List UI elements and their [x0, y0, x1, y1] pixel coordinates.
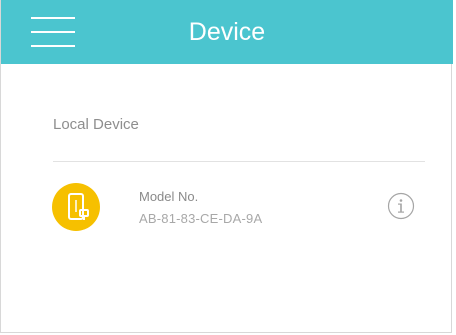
model-number-label: Model No. [139, 189, 199, 204]
info-icon [387, 192, 415, 220]
device-info-button[interactable] [387, 192, 415, 220]
device-list-item[interactable]: Model No. AB-81-83-CE-DA-9A [41, 172, 431, 242]
page-title: Device [188, 18, 266, 46]
extender-device-icon [68, 193, 89, 220]
device-icon-badge [52, 183, 100, 231]
local-device-section-label: Local Device [53, 116, 139, 133]
model-number-value: AB-81-83-CE-DA-9A [139, 211, 263, 226]
section-divider [53, 161, 425, 162]
app-header: Device [1, 0, 453, 64]
app-screen: Device Local Device Model No. AB-81-83-C… [0, 0, 453, 333]
